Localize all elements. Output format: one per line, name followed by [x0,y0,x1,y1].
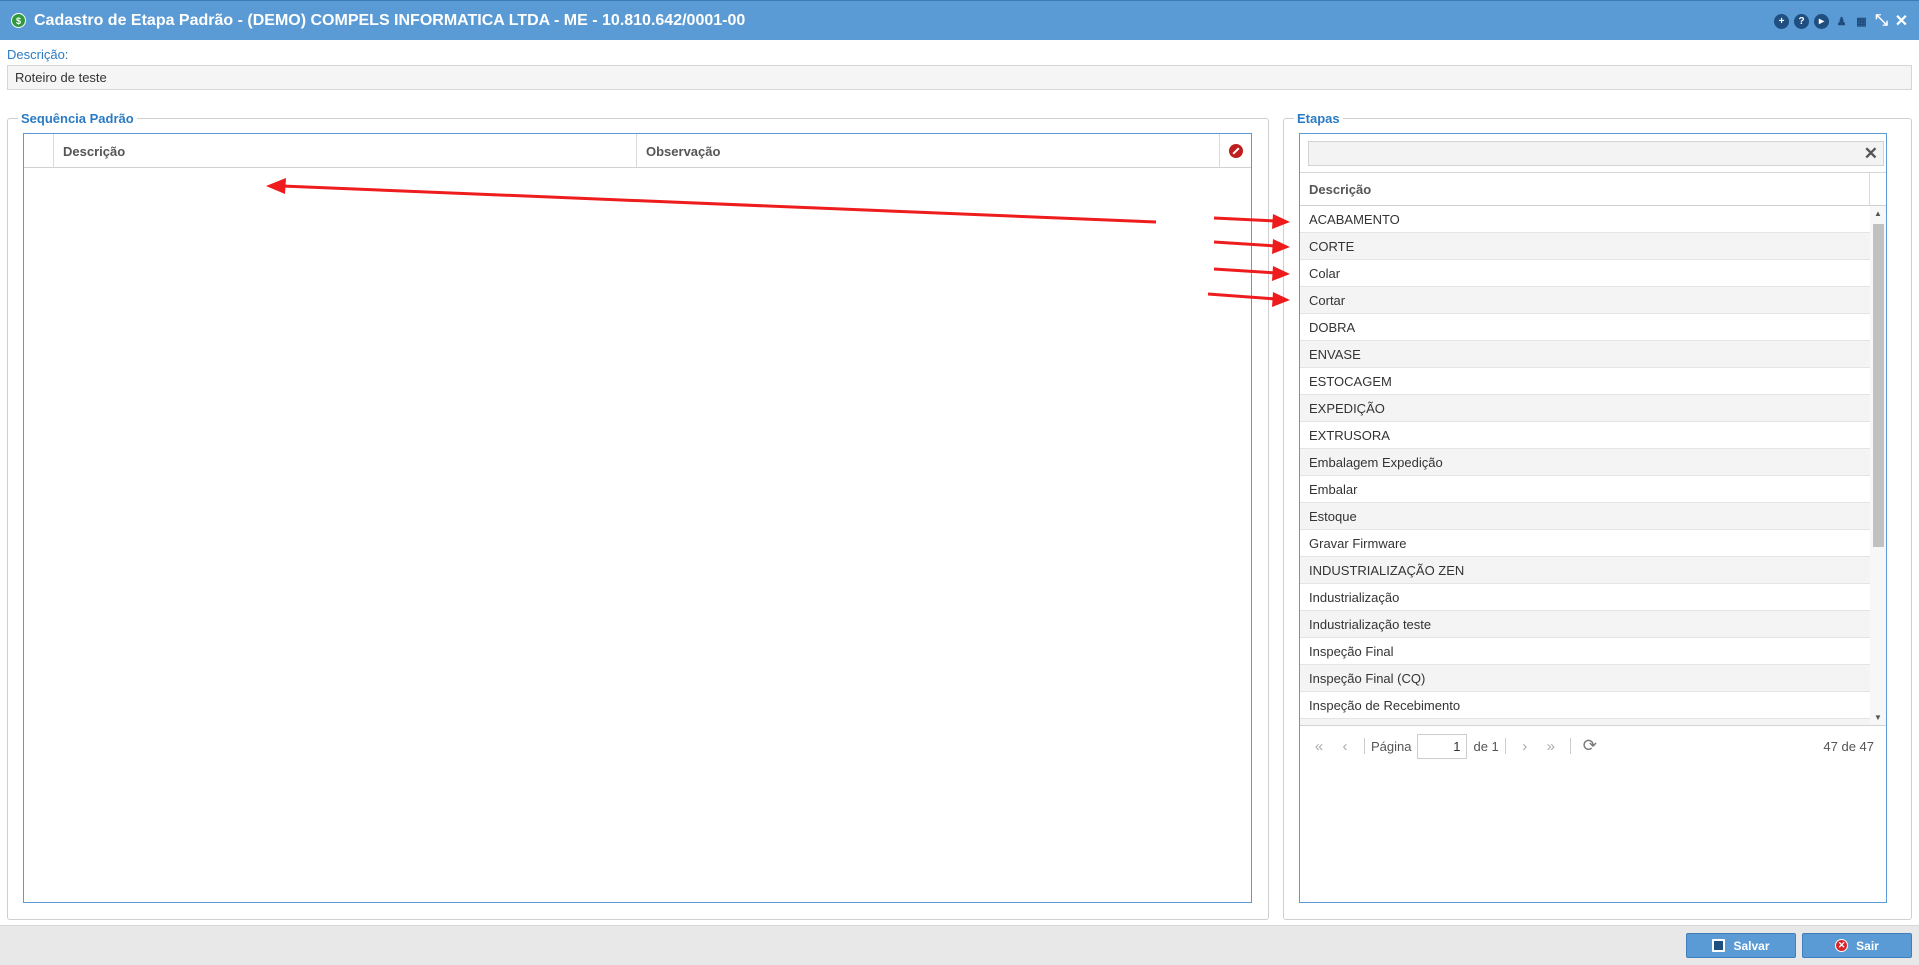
list-item[interactable]: EXPEDIÇÃO [1300,395,1870,422]
etapas-search-input[interactable]: ✕ [1308,141,1884,166]
sequencia-grid: Descrição Observação [23,133,1252,903]
next-page-icon[interactable]: › [1512,738,1538,755]
etapas-scrollbar[interactable]: ▲ ▼ [1870,206,1886,725]
last-page-icon[interactable]: » [1538,738,1564,755]
no-entry-icon [1228,144,1243,158]
collapse-icon[interactable]: ⤡ [1874,12,1889,29]
list-item[interactable]: DOBRA [1300,314,1870,341]
floppy-disk-icon [1712,939,1726,952]
record-count: 47 de 47 [1823,738,1874,754]
help-icon[interactable]: ? [1794,13,1809,29]
page-label: Página [1371,738,1412,754]
add-icon[interactable]: + [1774,13,1789,29]
refresh-icon[interactable]: ⟳ [1583,736,1597,756]
scroll-down-icon[interactable]: ▼ [1874,713,1882,722]
etapas-pager: « ‹ Página 1 de 1 › » ⟳ 47 de 47 [1300,725,1886,766]
list-item[interactable]: Industrialização teste [1300,611,1870,638]
pager-separator [1569,738,1571,754]
first-page-icon[interactable]: « [1306,738,1332,755]
remove-all-button[interactable] [1220,134,1251,168]
list-item[interactable]: Embalagem Expedição [1300,449,1870,476]
etapas-legend: Etapas [1294,111,1343,126]
user-icon[interactable]: ♟ [1834,14,1849,29]
row-selector-header [24,134,54,168]
etapas-list-header: Descrição [1300,172,1886,206]
scroll-thumb[interactable] [1873,224,1884,547]
save-button-label: Salvar [1733,938,1770,953]
sequencia-grid-header: Descrição Observação [24,134,1251,168]
list-item[interactable]: ESTOCAGEM [1300,368,1870,395]
calendar-icon[interactable]: ▦ [1854,14,1869,29]
list-item[interactable]: Cortar [1300,287,1870,314]
clear-search-icon[interactable]: ✕ [1864,144,1878,164]
list-item[interactable]: CORTE [1300,233,1870,260]
list-item[interactable]: INDUSTRIALIZAÇÃO ZEN [1300,557,1870,584]
prev-page-icon[interactable]: ‹ [1332,738,1358,755]
title-actions: + ? ▸ ♟ ▦ ⤡ ✕ [1774,1,1909,41]
bottom-toolbar: Salvar ✕ Sair [0,925,1919,965]
descricao-label: Descrição: [7,47,69,62]
list-item[interactable]: ENVASE [1300,341,1870,368]
sequencia-padrao-legend: Sequência Padrão [18,111,137,126]
app-icon: $ [11,13,26,28]
page-input[interactable]: 1 [1417,733,1468,759]
title-bar: $ Cadastro de Etapa Padrão - (DEMO) COMP… [0,0,1919,40]
close-circle-icon: ✕ [1835,939,1849,952]
etapas-grid: ✕ Descrição ACABAMENTO CORTE Colar Cortar DO… [1299,133,1887,903]
list-item[interactable]: Inspeção de Recebimento [1300,692,1870,719]
page-total: de 1 [1473,738,1499,754]
pager-separator [1504,738,1506,754]
sequencia-padrao-fieldset: Sequência Padrão Descrição Observação [7,111,1269,920]
list-item[interactable]: Estoque [1300,503,1870,530]
list-item[interactable]: Inspeção Final (CQ) [1300,665,1870,692]
list-item[interactable]: Embalar [1300,476,1870,503]
list-item[interactable]: Gravar Firmware [1300,530,1870,557]
list-item[interactable]: Inspeção Final [1300,638,1870,665]
exit-button[interactable]: ✕ Sair [1802,933,1912,958]
list-item[interactable]: ACABAMENTO [1300,206,1870,233]
exit-button-label: Sair [1856,938,1879,953]
app-window: $ Cadastro de Etapa Padrão - (DEMO) COMP… [0,0,1919,965]
etapas-list: ACABAMENTO CORTE Colar Cortar DOBRA ENVASE EST… [1300,206,1870,725]
etapas-fieldset: Etapas ✕ Descrição ACABAMENTO CORTE Colar C… [1283,111,1912,920]
list-item[interactable]: EXTRUSORA [1300,422,1870,449]
column-descricao[interactable]: Descrição [54,134,637,168]
list-item[interactable]: Colar [1300,260,1870,287]
window-title: Cadastro de Etapa Padrão - (DEMO) COMPEL… [34,11,746,29]
column-descricao[interactable]: Descrição [1300,173,1870,205]
descricao-input[interactable]: Roteiro de teste [7,65,1912,90]
column-observacao[interactable]: Observação [637,134,1220,168]
play-icon[interactable]: ▸ [1814,13,1829,29]
close-icon[interactable]: ✕ [1894,13,1909,30]
save-button[interactable]: Salvar [1686,933,1796,958]
scroll-up-icon[interactable]: ▲ [1874,209,1882,218]
pager-separator [1364,738,1365,754]
list-item[interactable]: Industrialização [1300,584,1870,611]
